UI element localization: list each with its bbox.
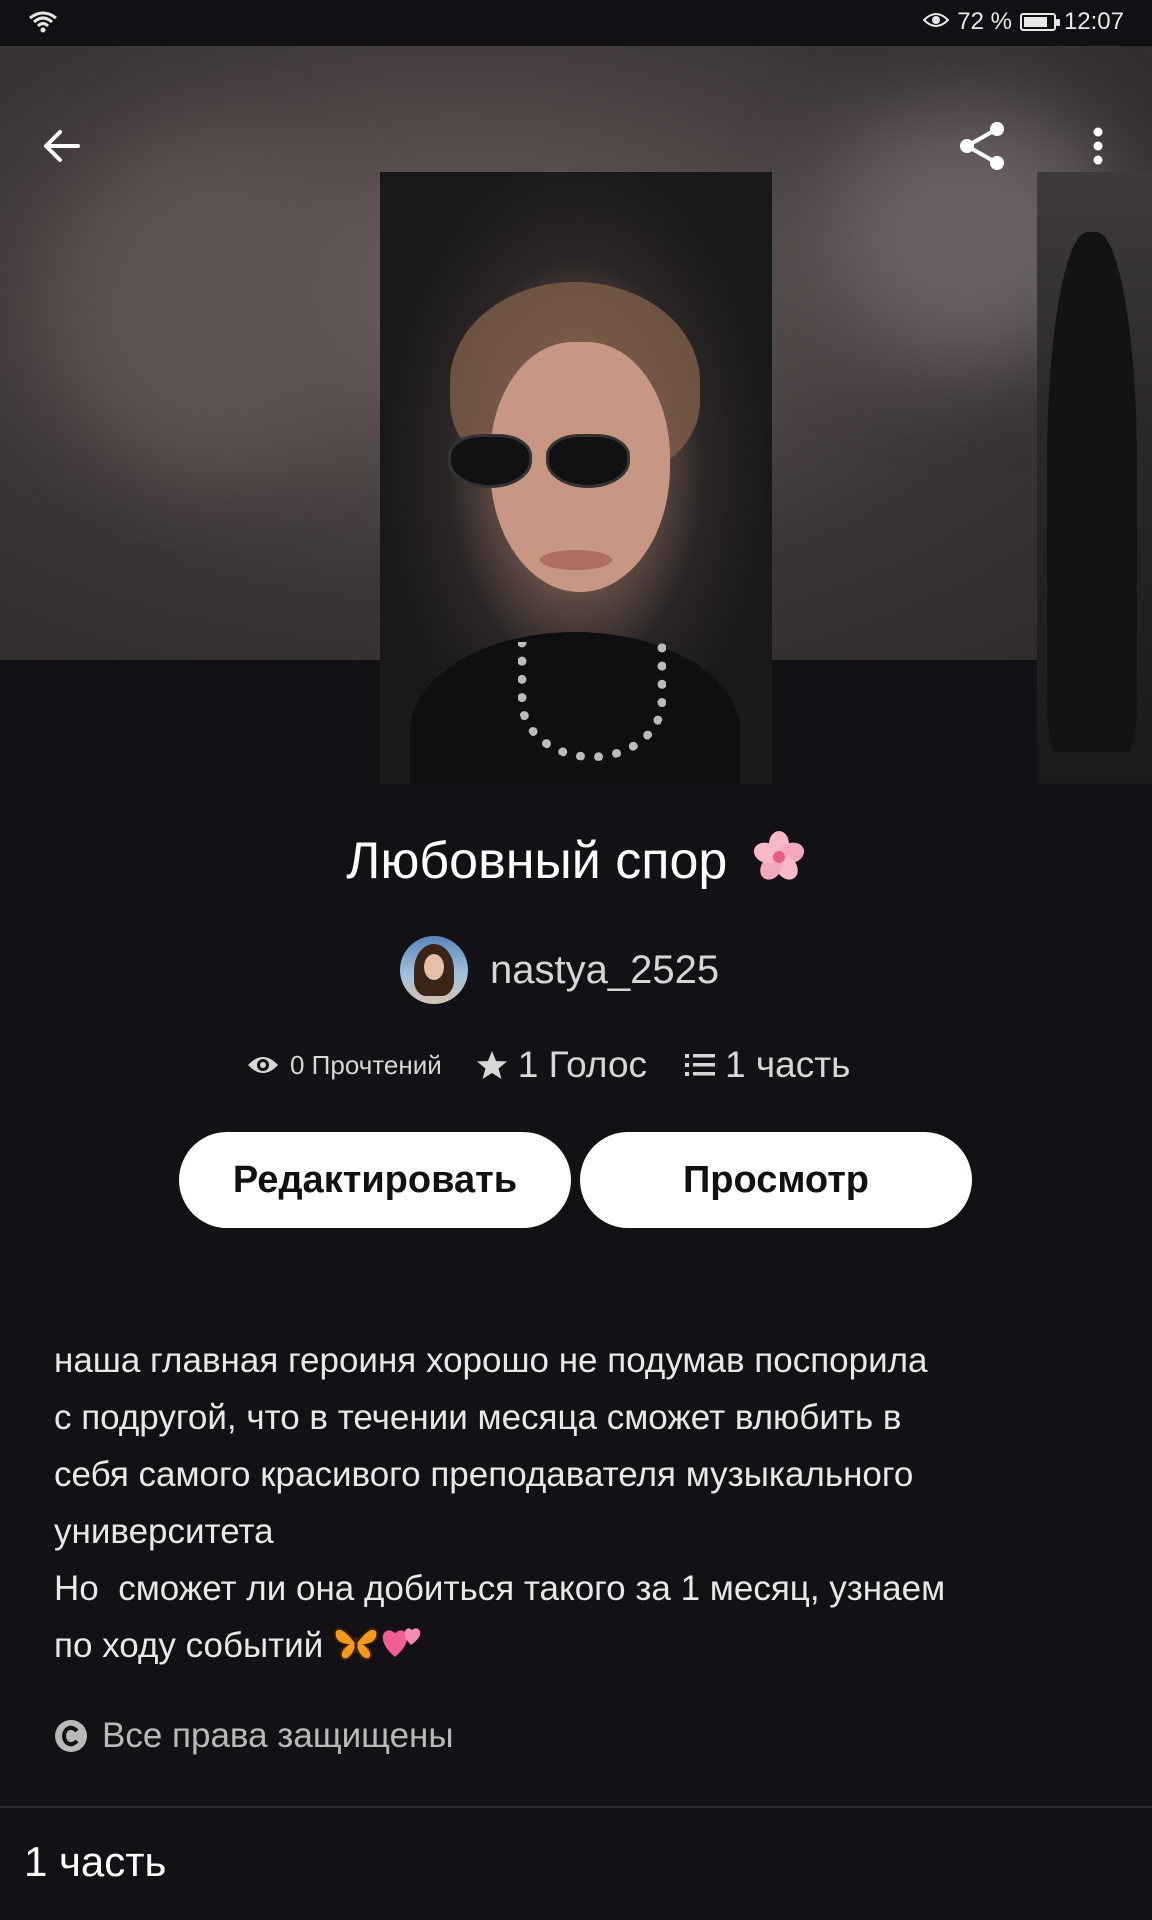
copyright-icon <box>55 1720 87 1752</box>
description-text: наша главная героиня хорошо не подумав п… <box>54 1341 946 1665</box>
wifi-icon <box>28 10 58 41</box>
list-icon <box>685 1054 716 1076</box>
story-title-text: Любовный спор <box>346 832 728 890</box>
cherry-blossom-icon <box>753 831 804 880</box>
parts-stat: 1 часть <box>685 1044 850 1086</box>
status-bar: 72 % 12:07 <box>0 0 1152 46</box>
star-icon <box>476 1051 507 1079</box>
reads-stat: 0 Прочтений <box>246 1050 442 1081</box>
copyright-row: Все права защищены <box>54 1716 454 1756</box>
arrow-left-icon <box>44 130 80 162</box>
clock: 12:07 <box>1063 8 1124 35</box>
author-avatar[interactable] <box>400 936 468 1004</box>
more-options-button[interactable] <box>1068 116 1128 176</box>
copyright-text: Все права защищены <box>102 1716 454 1755</box>
story-cover-image[interactable] <box>380 172 772 784</box>
back-button[interactable] <box>32 116 92 176</box>
story-stats: 0 Прочтений 1 Голос 1 часть <box>246 1044 888 1086</box>
share-button[interactable] <box>952 116 1012 176</box>
eye-comfort-icon <box>922 8 950 36</box>
battery-percent: 72 % <box>957 8 1012 35</box>
battery-icon <box>1019 13 1060 31</box>
divider <box>0 1806 1152 1808</box>
more-vertical-icon <box>1093 127 1103 165</box>
parts-section-title: 1 часть <box>24 1838 167 1885</box>
butterfly-icon <box>333 1627 379 1661</box>
next-cover-image[interactable] <box>1037 172 1152 784</box>
story-description: наша главная героиня хорошо не подумав п… <box>54 1332 1104 1674</box>
story-title: Любовный спор <box>0 830 1152 891</box>
edit-button[interactable]: Редактировать <box>179 1132 571 1228</box>
eye-icon <box>248 1057 278 1073</box>
votes-stat: 1 Голос <box>476 1044 647 1086</box>
author-row[interactable]: nastya_2525 <box>400 936 719 1004</box>
share-icon <box>960 122 1004 170</box>
reads-count: 0 Прочтений <box>290 1049 442 1080</box>
two-hearts-icon <box>382 1628 421 1657</box>
preview-button[interactable]: Просмотр <box>580 1132 972 1228</box>
votes-count: 1 Голос <box>517 1044 648 1085</box>
author-name[interactable]: nastya_2525 <box>490 948 719 993</box>
parts-count: 1 часть <box>725 1044 851 1085</box>
